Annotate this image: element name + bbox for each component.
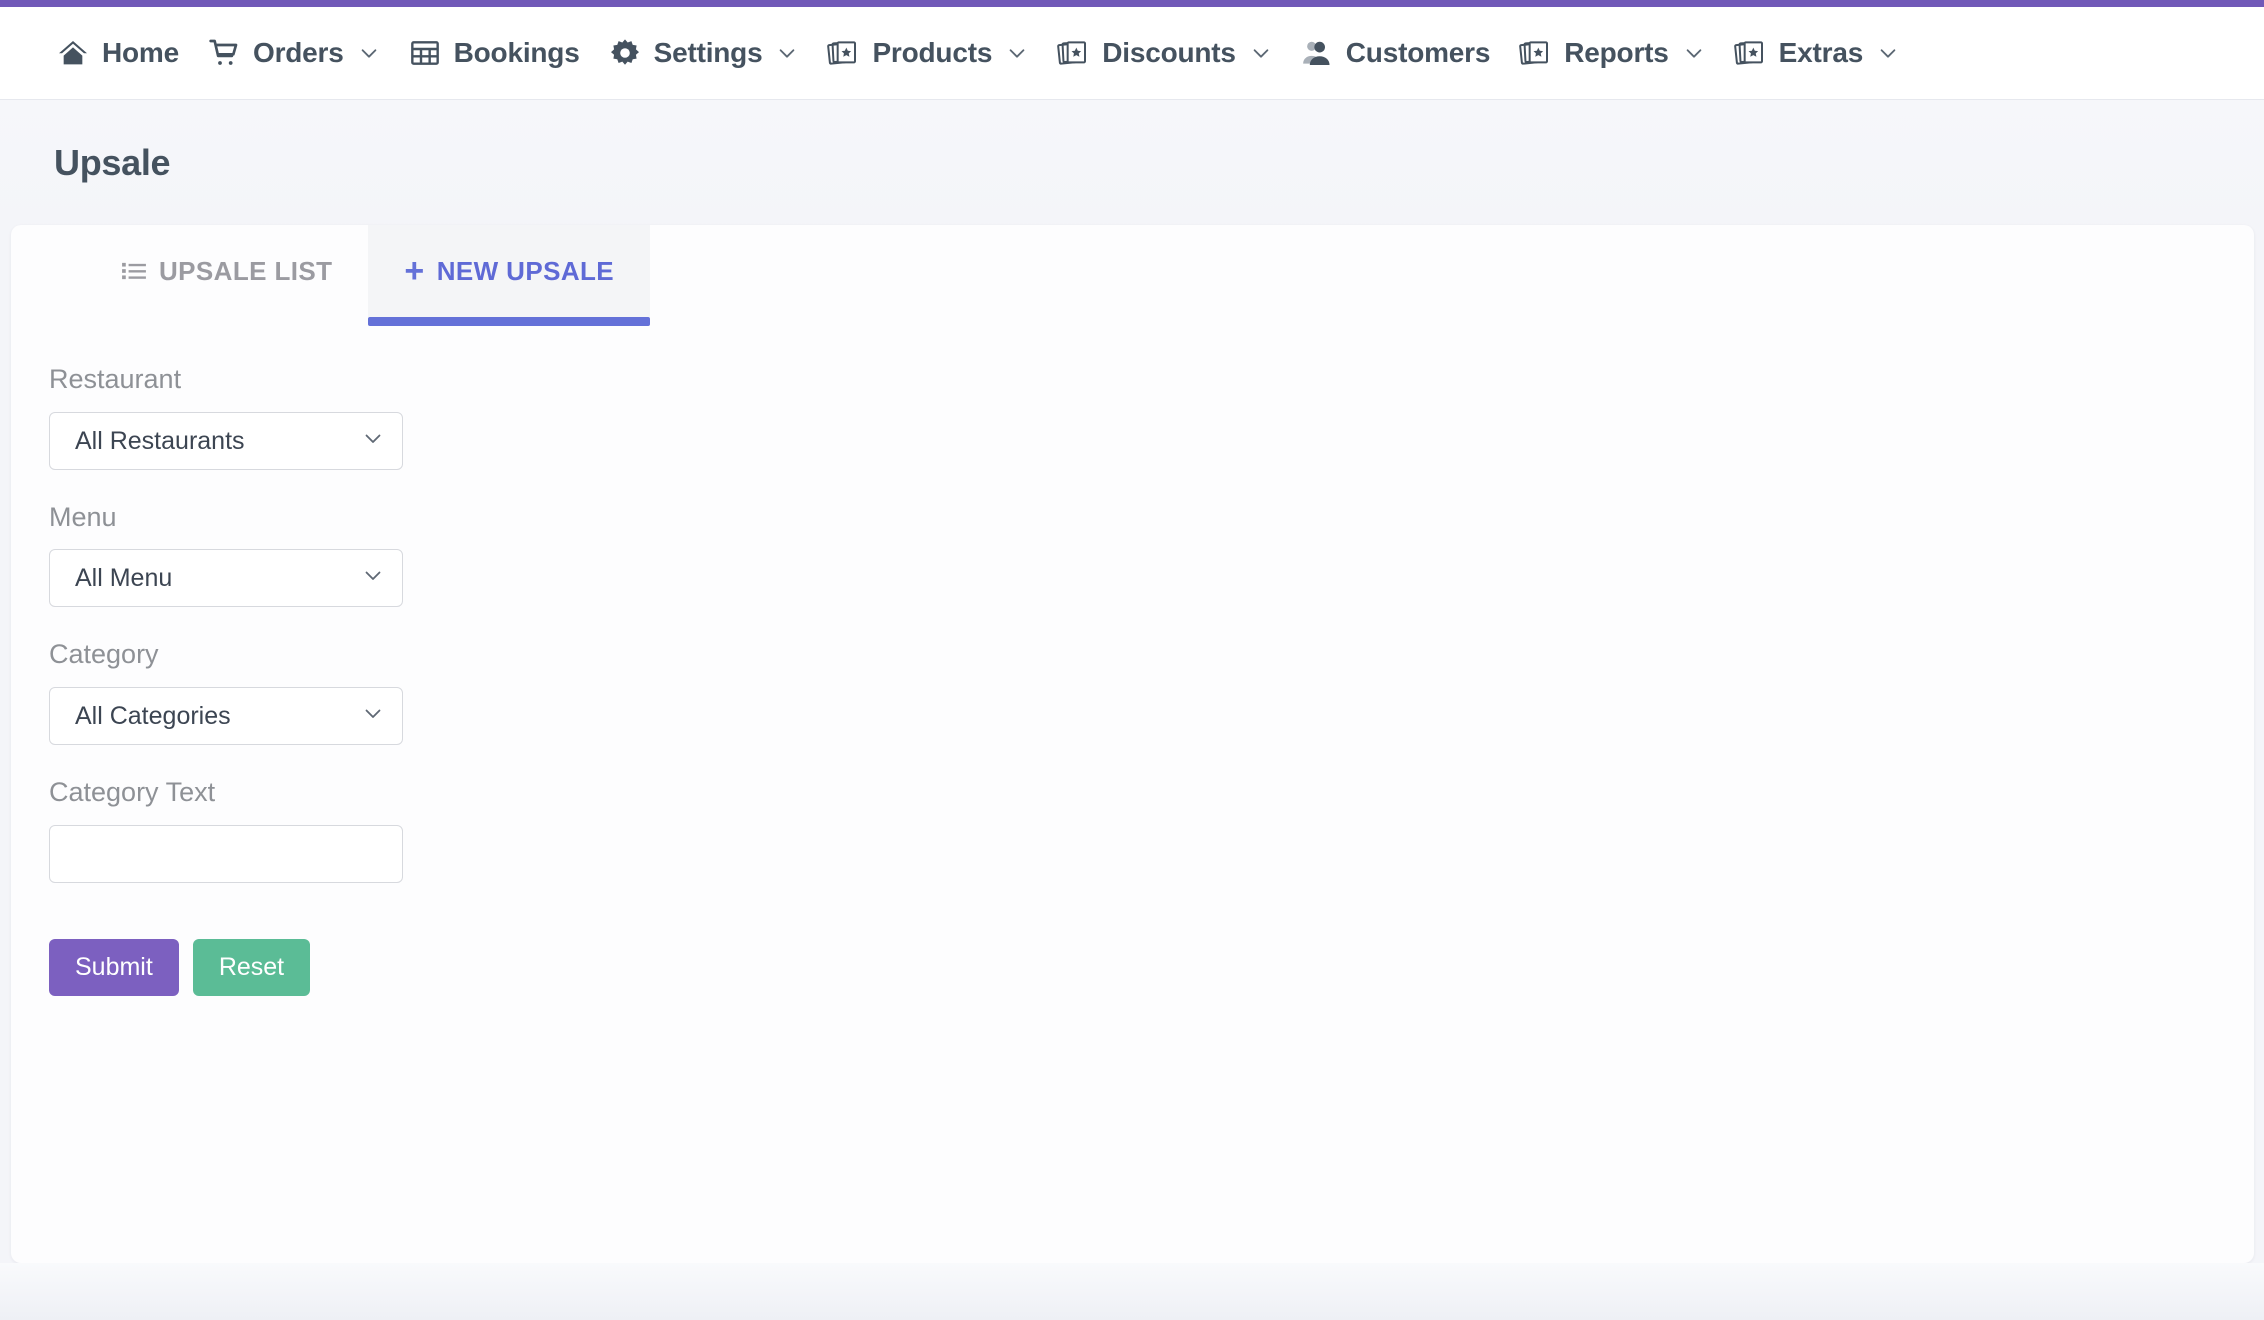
nav-item-label: Extras [1778,37,1864,68]
chevron-down-icon [1683,42,1705,64]
field-category-text: Category Text [49,777,749,883]
chevron-down-icon [1250,42,1272,64]
restaurant-select-wrapper: All Restaurants [49,411,403,470]
nav-item-products[interactable]: Products [812,7,1042,100]
page-title: Upsale [54,141,171,183]
gear-icon [608,36,642,70]
chevron-down-icon [1877,42,1899,64]
home-icon [56,36,90,70]
nav-item-extras[interactable]: Extras [1719,7,1913,100]
nav-item-label: Bookings [453,37,580,68]
list-icon [121,258,147,284]
nav-item-label: Products [872,37,993,68]
chevron-down-icon [1006,42,1028,64]
cards-icon [1056,36,1090,70]
chevron-down-icon [776,42,798,64]
cards-icon [1518,36,1552,70]
tab-new-upsale[interactable]: + NEW UPSALE [368,225,651,326]
field-category: Category All Categories [49,639,749,746]
nav-item-home[interactable]: Home [42,7,193,100]
nav-item-discounts[interactable]: Discounts [1042,7,1286,100]
footer-strip [0,1263,2264,1320]
menu-select[interactable]: All Menu [49,549,403,608]
nav-item-orders[interactable]: Orders [193,7,394,100]
nav-item-label: Home [102,37,179,68]
cart-icon [207,36,241,70]
field-label-category-text: Category Text [49,777,216,808]
nav-item-customers[interactable]: Customers [1286,7,1504,100]
nav-item-label: Discounts [1102,37,1236,68]
nav-item-label: Reports [1564,37,1669,68]
nav-item-label: Settings [653,37,763,68]
nav-item-label: Orders [253,37,344,68]
tab-strip: UPSALE LIST + NEW UPSALE [11,225,2254,343]
category-select-wrapper: All Categories [49,687,403,746]
main-navigation: Home Orders Bookings Settings Products D… [0,7,2264,100]
reset-button[interactable]: Reset [192,938,311,996]
tab-upsale-list[interactable]: UPSALE LIST [85,225,368,317]
content-card: UPSALE LIST + NEW UPSALE Restaurant All … [11,225,2254,1263]
nav-item-label: Customers [1345,37,1491,68]
cards-icon [1733,36,1767,70]
chevron-down-icon [358,42,380,64]
category-select[interactable]: All Categories [49,687,403,746]
field-menu: Menu All Menu [49,501,749,608]
restaurant-select[interactable]: All Restaurants [49,411,403,470]
menu-select-wrapper: All Menu [49,549,403,608]
tab-label: UPSALE LIST [159,255,333,286]
submit-button[interactable]: Submit [49,938,179,996]
page-title-bar: Upsale [0,100,2264,225]
table-icon [408,36,442,70]
form-actions: Submit Reset [49,938,749,996]
user-icon [1300,36,1334,70]
nav-item-bookings[interactable]: Bookings [394,7,594,100]
field-label-restaurant: Restaurant [49,364,182,394]
field-restaurant: Restaurant All Restaurants [49,364,749,470]
category-text-wrapper [49,824,403,883]
new-upsale-form: Restaurant All Restaurants Menu All Menu [49,364,749,996]
tab-label: NEW UPSALE [436,255,615,286]
field-label-category: Category [49,639,159,670]
field-label-menu: Menu [49,501,117,532]
nav-item-reports[interactable]: Reports [1504,7,1718,100]
cards-icon [826,36,860,70]
plus-icon: + [404,252,425,290]
category-text-input[interactable] [49,824,403,883]
nav-item-settings[interactable]: Settings [594,7,813,100]
